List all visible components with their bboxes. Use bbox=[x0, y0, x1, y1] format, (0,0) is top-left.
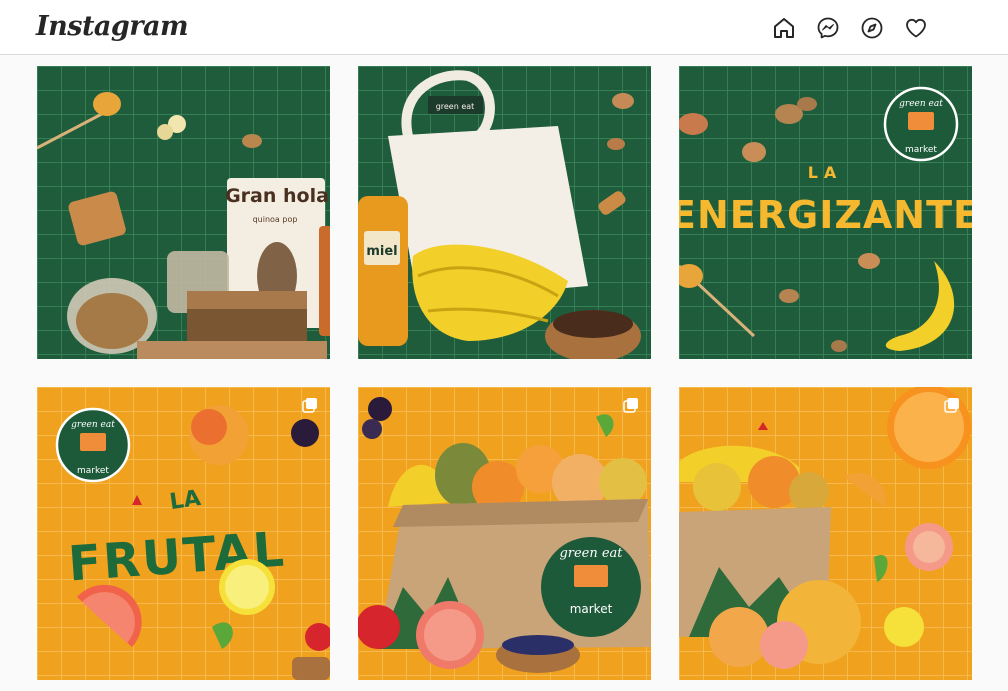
post-thumbnail[interactable]: green eat market LA FRUTAL bbox=[37, 387, 330, 680]
home-icon[interactable] bbox=[772, 16, 796, 40]
brand-badge-bottom: market bbox=[905, 145, 937, 155]
brand-badge-top: green eat bbox=[559, 546, 623, 561]
post-image-tote-bag: green eat miel bbox=[358, 66, 651, 359]
explore-icon[interactable] bbox=[860, 16, 884, 40]
post-thumbnail[interactable]: green eat market LA ENERGIZANTE bbox=[679, 66, 972, 359]
nav-icons bbox=[772, 16, 928, 40]
bag-label: green eat bbox=[436, 102, 475, 111]
brand-badge-bottom: market bbox=[570, 602, 613, 616]
post-thumbnail[interactable] bbox=[679, 387, 972, 680]
post-image-granola: Gran hola quinoa pop bbox=[37, 66, 330, 359]
honey-jar-label: miel bbox=[366, 244, 397, 259]
multiple-photos-icon bbox=[623, 398, 638, 413]
product-brand: Gran hola bbox=[225, 185, 329, 207]
activity-heart-icon[interactable] bbox=[904, 16, 928, 40]
instagram-logo[interactable]: Instagram bbox=[36, 11, 189, 42]
post-thumbnail[interactable]: green eat market bbox=[358, 387, 651, 680]
post-title-top: LA bbox=[168, 486, 202, 515]
brand-badge-top: green eat bbox=[899, 99, 943, 109]
product-subtitle: quinoa pop bbox=[253, 215, 298, 224]
post-image-fruit-box bbox=[679, 387, 972, 680]
messenger-icon[interactable] bbox=[816, 16, 840, 40]
post-image-market-box: green eat market bbox=[358, 387, 651, 680]
post-thumbnail[interactable]: Gran hola quinoa pop bbox=[37, 66, 330, 359]
posts-grid: Gran hola quinoa pop green eat miel gree… bbox=[37, 66, 972, 680]
post-image-frutal: green eat market LA FRUTAL bbox=[37, 387, 330, 680]
post-thumbnail[interactable]: green eat miel bbox=[358, 66, 651, 359]
brand-badge-bottom: market bbox=[77, 466, 109, 476]
brand-badge-top: green eat bbox=[71, 420, 115, 430]
multiple-photos-icon bbox=[944, 398, 959, 413]
top-navigation-bar: Instagram bbox=[0, 0, 1008, 55]
post-title-top: LA bbox=[808, 163, 843, 182]
post-image-energizante: green eat market LA ENERGIZANTE bbox=[679, 66, 972, 359]
post-title-main: ENERGIZANTE bbox=[679, 193, 972, 237]
multiple-photos-icon bbox=[302, 398, 317, 413]
